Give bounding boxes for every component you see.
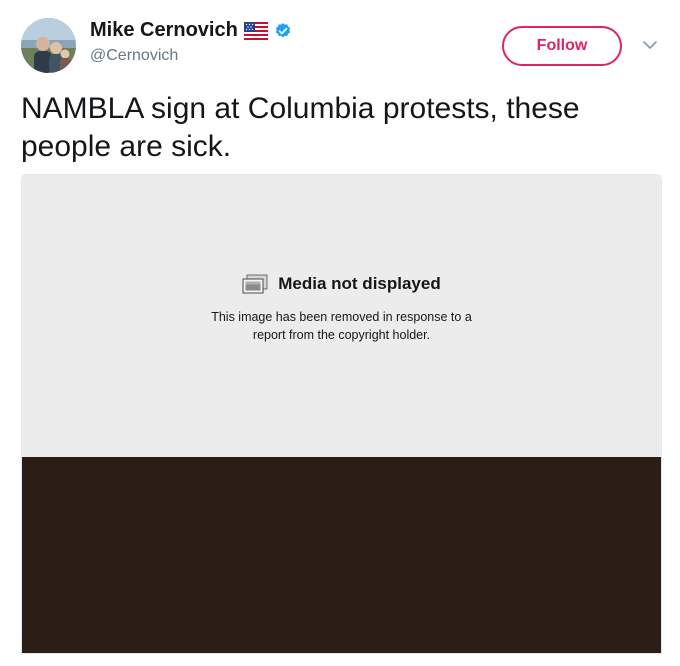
media-notice-line-2: report from the copyright holder. [252,328,431,342]
us-flag-icon [243,21,269,40]
media-notice-body: This image has been removed in response … [22,308,661,344]
media-unavailable-panel: Media not displayed This image has been … [22,175,661,457]
media-dark-area [22,457,661,653]
chevron-down-icon[interactable] [641,38,659,52]
display-name[interactable]: Mike Cernovich [90,19,292,42]
user-handle[interactable]: @Cernovich [90,47,178,65]
media-notice-title: Media not displayed [22,274,661,294]
verified-badge-icon [274,22,292,40]
follow-button[interactable]: Follow [502,26,622,66]
media-image-icon [242,274,268,294]
media-container[interactable]: Media not displayed This image has been … [21,174,662,654]
media-notice-line-1: This image has been removed in response … [211,310,472,324]
media-notice-title-text: Media not displayed [278,274,441,293]
avatar[interactable] [21,18,76,73]
display-name-text: Mike Cernovich [90,19,238,41]
tweet-card: Mike Cernovich @Cernovich Follow NAMBLA … [0,0,680,666]
tweet-text: NAMBLA sign at Columbia protests, these … [21,92,580,163]
